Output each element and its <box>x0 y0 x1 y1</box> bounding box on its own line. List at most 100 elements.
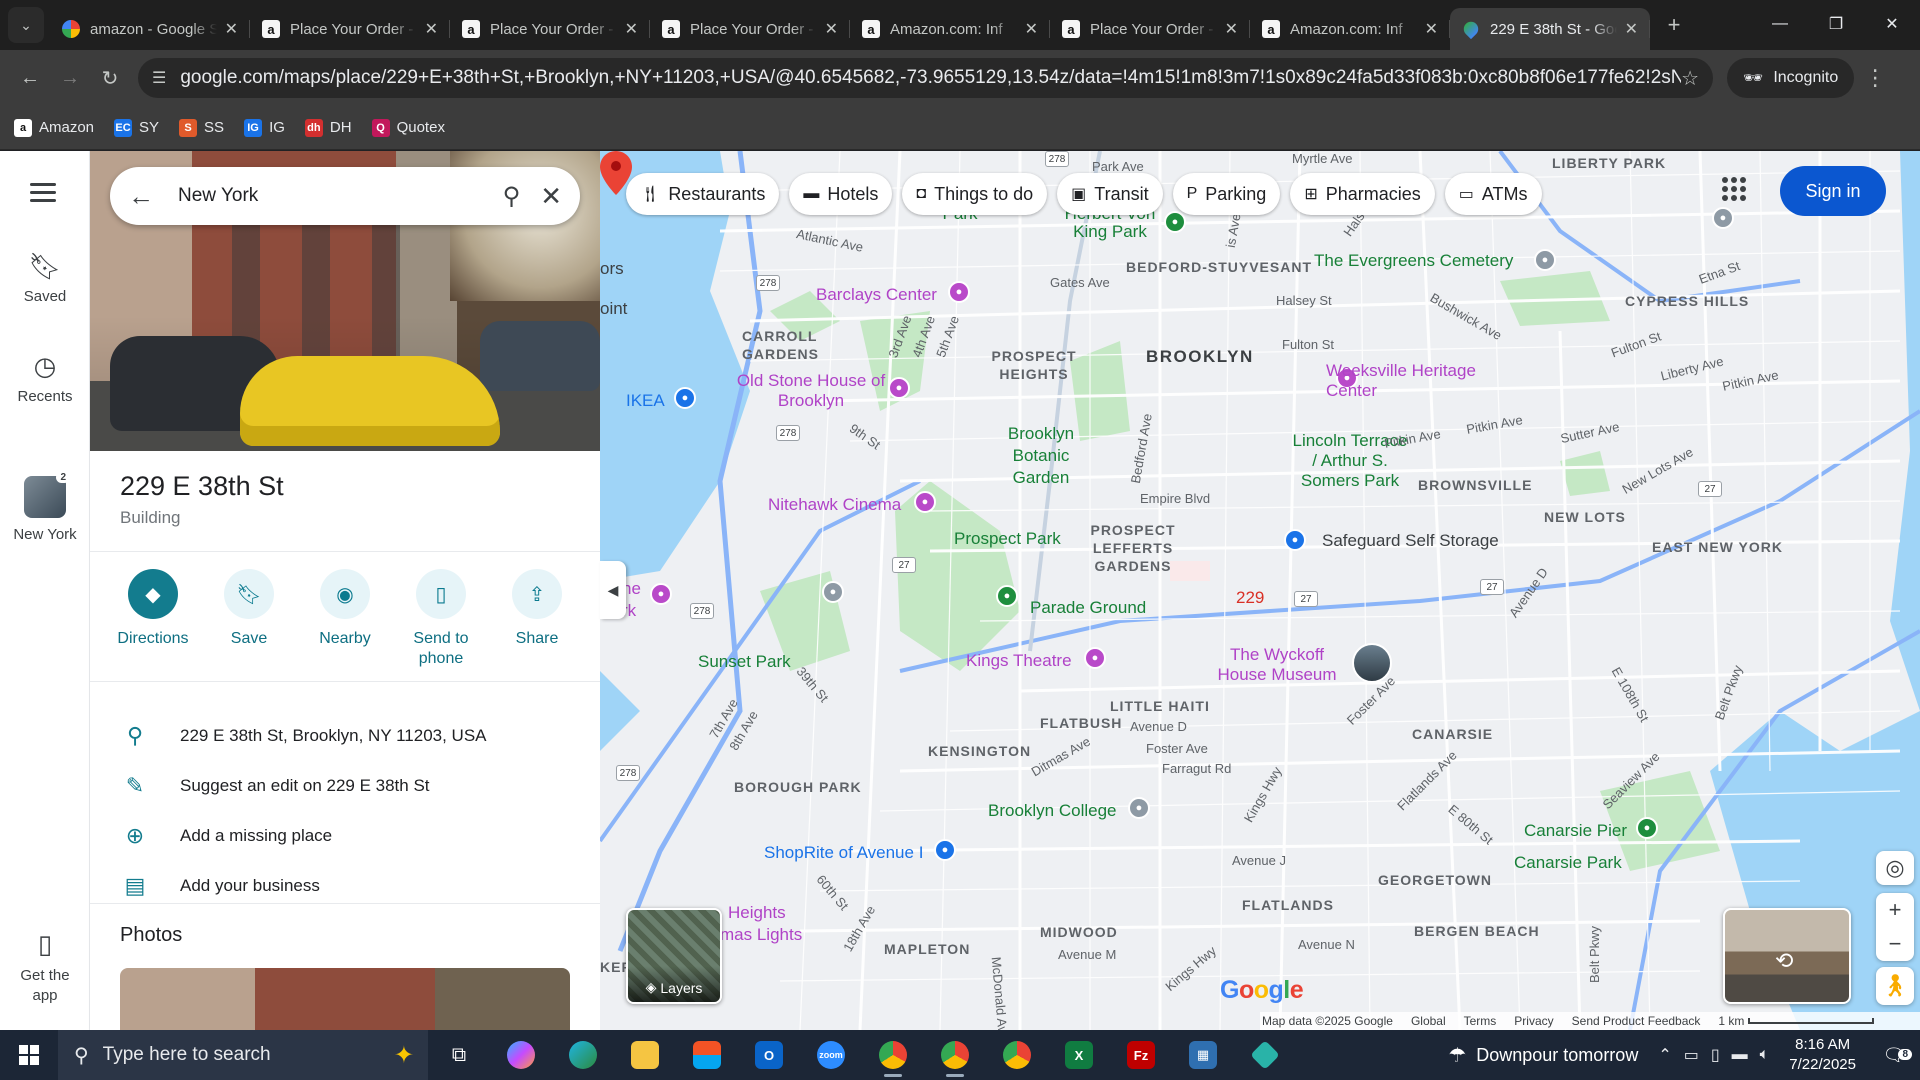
directions-button[interactable]: ◆ Directions <box>108 569 198 669</box>
scale-bar[interactable]: 1 km <box>1718 1014 1875 1028</box>
tab-search-button[interactable]: ⌄ <box>8 7 44 43</box>
layers-button[interactable]: ◈ Layers <box>626 908 722 1004</box>
photo-thumbnail[interactable] <box>120 968 570 1030</box>
shopping-marker[interactable]: ● <box>934 839 956 861</box>
close-tab-icon[interactable]: ✕ <box>1625 19 1638 39</box>
bookmark-item[interactable]: S SS <box>179 118 224 137</box>
task-view-button[interactable]: ⧉ <box>428 1030 490 1080</box>
close-tab-icon[interactable]: ✕ <box>825 19 838 39</box>
excel-app[interactable]: X <box>1048 1030 1110 1080</box>
restore-button[interactable]: ❐ <box>1808 0 1864 48</box>
file-explorer-app[interactable] <box>614 1030 676 1080</box>
bookmark-item[interactable]: IG IG <box>244 118 285 137</box>
zoom-out-button[interactable]: − <box>1876 927 1914 961</box>
landmark-marker[interactable]: ● <box>1712 207 1734 229</box>
feedback-link[interactable]: Send Product Feedback <box>1572 1014 1701 1028</box>
museum-marker[interactable]: ● <box>888 377 910 399</box>
battery-icon[interactable]: ▬ <box>1732 1046 1748 1064</box>
star-icon[interactable]: ☆ <box>1681 66 1699 91</box>
back-button[interactable]: ← <box>10 58 50 98</box>
reload-button[interactable]: ↻ <box>90 58 130 98</box>
pegman-icon[interactable]: 🚶︎ <box>1876 967 1914 1005</box>
rail-saved[interactable]: 🔖︎ Saved <box>0 251 90 305</box>
google-apps-icon[interactable] <box>1722 177 1746 201</box>
bookmark-item[interactable]: a Amazon <box>14 118 94 137</box>
close-window-button[interactable]: ✕ <box>1864 0 1920 48</box>
chrome-app[interactable] <box>862 1030 924 1080</box>
chip-transit[interactable]: ▣ Transit <box>1057 173 1163 215</box>
street-view-thumbnail[interactable]: ⟲ <box>1723 908 1851 1004</box>
bookmark-item[interactable]: dh DH <box>304 118 352 137</box>
browser-menu-button[interactable]: ⋮ <box>1864 65 1886 91</box>
my-location-button[interactable]: ◎ <box>1876 851 1914 885</box>
chip-restaurants[interactable]: 🍴︎ Restaurants <box>626 173 780 215</box>
browser-tab[interactable]: amazon - Google Search ✕ <box>50 8 250 50</box>
bookmark-item[interactable]: Q Quotex <box>371 118 445 137</box>
chip-hotels[interactable]: ▬ Hotels <box>789 173 893 215</box>
info-row[interactable]: ⚲ 229 E 38th St, Brooklyn, NY 11203, USA <box>120 723 487 749</box>
chrome-incognito-app[interactable] <box>924 1030 986 1080</box>
sign-in-button[interactable]: Sign in <box>1780 166 1886 216</box>
network-icon[interactable]: ▭ <box>1684 1045 1699 1065</box>
save-button[interactable]: 🔖︎ Save <box>204 569 294 669</box>
storage-marker[interactable]: ● <box>1284 529 1306 551</box>
theatre-marker[interactable]: ● <box>1084 647 1106 669</box>
browser-tab[interactable]: a Place Your Order - Amazon ✕ <box>450 8 650 50</box>
school-marker[interactable]: ● <box>1128 797 1150 819</box>
minimize-button[interactable]: — <box>1752 0 1808 48</box>
incognito-indicator[interactable]: 🕶 Incognito <box>1727 58 1855 98</box>
chip-pharmacies[interactable]: ⊞ Pharmacies <box>1290 173 1435 215</box>
rail-get-app[interactable]: ▯ Get the app <box>0 929 90 1006</box>
collapse-panel-button[interactable]: ◀ <box>600 561 626 619</box>
close-tab-icon[interactable]: ✕ <box>1025 19 1038 39</box>
zoom-app[interactable]: zoom <box>800 1030 862 1080</box>
venue-marker[interactable]: ● <box>948 281 970 303</box>
cemetery-marker[interactable]: ● <box>1534 249 1556 271</box>
site-info-icon[interactable]: ☰ <box>152 68 166 88</box>
chip-atms[interactable]: ▭ ATMs <box>1444 173 1542 215</box>
calculator-app[interactable]: ▦ <box>1172 1030 1234 1080</box>
send-to-phone-button[interactable]: ▯ Send to phone <box>396 569 486 669</box>
bookmark-item[interactable]: EC SY <box>114 118 159 137</box>
notifications-button[interactable]: 🗨︎ 8 <box>1874 1045 1914 1066</box>
share-button[interactable]: ⇪ Share <box>492 569 582 669</box>
terms-link[interactable]: Terms <box>1464 1014 1497 1028</box>
browser-tab[interactable]: a Place Your Order - Amazon ✕ <box>650 8 850 50</box>
close-icon[interactable]: ✕ <box>540 181 562 212</box>
global-link[interactable]: Global <box>1411 1014 1446 1028</box>
info-row[interactable]: ▤ Add your business <box>120 873 320 899</box>
clock[interactable]: 8:16 AM 7/22/2025 <box>1789 1035 1856 1075</box>
copilot-app[interactable] <box>490 1030 552 1080</box>
device-icon[interactable]: ▯ <box>1711 1045 1720 1065</box>
close-tab-icon[interactable]: ✕ <box>425 19 438 39</box>
rail-new-york[interactable]: 2 New York <box>0 472 90 543</box>
chrome-profile-app[interactable] <box>986 1030 1048 1080</box>
new-tab-button[interactable]: + <box>1656 7 1692 43</box>
edge-app[interactable] <box>552 1030 614 1080</box>
browser-tab[interactable]: a Amazon.com: Inf ✕ <box>850 8 1050 50</box>
map-canvas[interactable]: 278 278 278 278 278 27 27 27 27 ● ● ● ● … <box>600 151 1920 1030</box>
chip-parking[interactable]: P Parking <box>1172 173 1281 215</box>
outlook-app[interactable]: O <box>738 1030 800 1080</box>
park-marker[interactable]: ● <box>996 585 1018 607</box>
landmark-marker[interactable]: ● <box>822 581 844 603</box>
privacy-link[interactable]: Privacy <box>1514 1014 1553 1028</box>
search-input[interactable] <box>178 185 483 207</box>
close-tab-icon[interactable]: ✕ <box>625 19 638 39</box>
browser-tab[interactable]: a Amazon.com: Inf ✕ <box>1250 8 1450 50</box>
store-marker[interactable]: ● <box>674 387 696 409</box>
close-tab-icon[interactable]: ✕ <box>225 19 238 39</box>
store-app[interactable] <box>676 1030 738 1080</box>
map-data-text[interactable]: Map data ©2025 Google <box>1262 1014 1393 1028</box>
start-button[interactable] <box>0 1030 58 1080</box>
search-icon[interactable]: ⚲ <box>503 182 521 211</box>
browser-tab[interactable]: a Place Your Order - Amazon ✕ <box>250 8 450 50</box>
address-bar[interactable]: ☰ google.com/maps/place/229+E+38th+St,+B… <box>138 58 1713 98</box>
info-row[interactable]: ✎ Suggest an edit on 229 E 38th St <box>120 773 430 799</box>
rail-recents[interactable]: ◷ Recents <box>0 351 90 405</box>
poi-marker[interactable]: ● <box>650 583 672 605</box>
weather-widget[interactable]: ☂ Downpour tomorrow <box>1448 1043 1638 1068</box>
info-row[interactable]: ⊕ Add a missing place <box>120 823 332 849</box>
pier-marker[interactable]: ● <box>1636 817 1658 839</box>
app-diamond[interactable] <box>1234 1030 1296 1080</box>
